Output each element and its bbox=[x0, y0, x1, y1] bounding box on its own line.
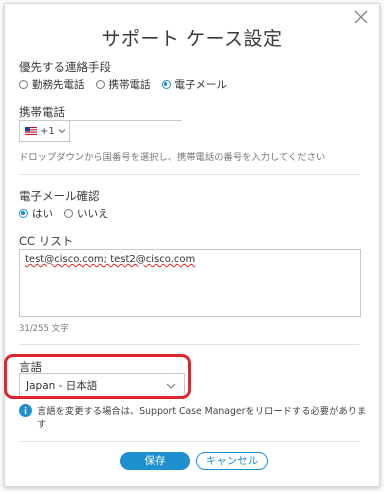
mobile-phone-label: 携帯電話 bbox=[19, 105, 65, 119]
radio-label: いいえ bbox=[77, 208, 109, 220]
radio-circle-selected bbox=[19, 209, 28, 218]
divider bbox=[19, 441, 359, 442]
country-code-dropdown[interactable]: +1 bbox=[20, 121, 70, 141]
divider bbox=[19, 174, 359, 175]
cc-character-counter: 31/255 文字 bbox=[19, 324, 69, 334]
radio-circle-selected bbox=[161, 80, 171, 89]
support-case-settings-dialog: サポート ケース設定 優先する連絡手段 勤務先電話 携帯電話 電子メール 携帯電… bbox=[4, 3, 380, 487]
radio-circle bbox=[64, 209, 73, 218]
save-button[interactable]: 保存 bbox=[120, 452, 190, 470]
divider bbox=[19, 344, 359, 345]
radio-circle bbox=[19, 80, 28, 89]
radio-email[interactable]: 電子メール bbox=[161, 77, 228, 92]
us-flag-icon bbox=[25, 127, 37, 135]
contact-method-radio-group: 勤務先電話 携帯電話 電子メール bbox=[19, 77, 238, 92]
dialog-title: サポート ケース設定 bbox=[101, 28, 283, 50]
radio-work-phone[interactable]: 勤務先電話 bbox=[19, 77, 85, 92]
info-icon bbox=[19, 404, 32, 417]
email-confirm-label: 電子メール確認 bbox=[19, 189, 100, 203]
cc-list-label: CC リスト bbox=[19, 234, 74, 248]
language-reload-info: 言語を変更する場合は、Support Case Managerをリロードする必要… bbox=[37, 406, 367, 430]
cc-list-value: test@cisco.com; test2@cisco.com bbox=[25, 254, 196, 265]
mobile-phone-group: +1 bbox=[19, 120, 183, 143]
radio-circle bbox=[95, 80, 105, 89]
email-confirm-radio-group: はい いいえ bbox=[19, 206, 120, 221]
cancel-button[interactable]: キャンセル bbox=[196, 452, 268, 470]
cc-list-textarea[interactable]: test@cisco.com; test2@cisco.com bbox=[19, 249, 361, 317]
contact-method-label: 優先する連絡手段 bbox=[19, 60, 111, 74]
country-code-value: +1 bbox=[40, 125, 55, 137]
radio-label: 携帯電話 bbox=[108, 79, 151, 91]
close-icon[interactable] bbox=[353, 9, 369, 25]
highlight-annotation bbox=[4, 354, 191, 399]
radio-mobile-phone[interactable]: 携帯電話 bbox=[95, 77, 151, 92]
radio-no[interactable]: いいえ bbox=[64, 206, 109, 221]
mobile-number-input[interactable] bbox=[71, 121, 183, 143]
chevron-down-icon bbox=[58, 129, 66, 134]
radio-label: 勤務先電話 bbox=[32, 79, 85, 91]
radio-label: 電子メール bbox=[174, 79, 228, 91]
radio-label: はい bbox=[32, 208, 53, 220]
radio-yes[interactable]: はい bbox=[19, 206, 53, 221]
mobile-phone-hint: ドロップダウンから国番号を選択し、携帯電話の番号を入力してください bbox=[19, 152, 326, 163]
